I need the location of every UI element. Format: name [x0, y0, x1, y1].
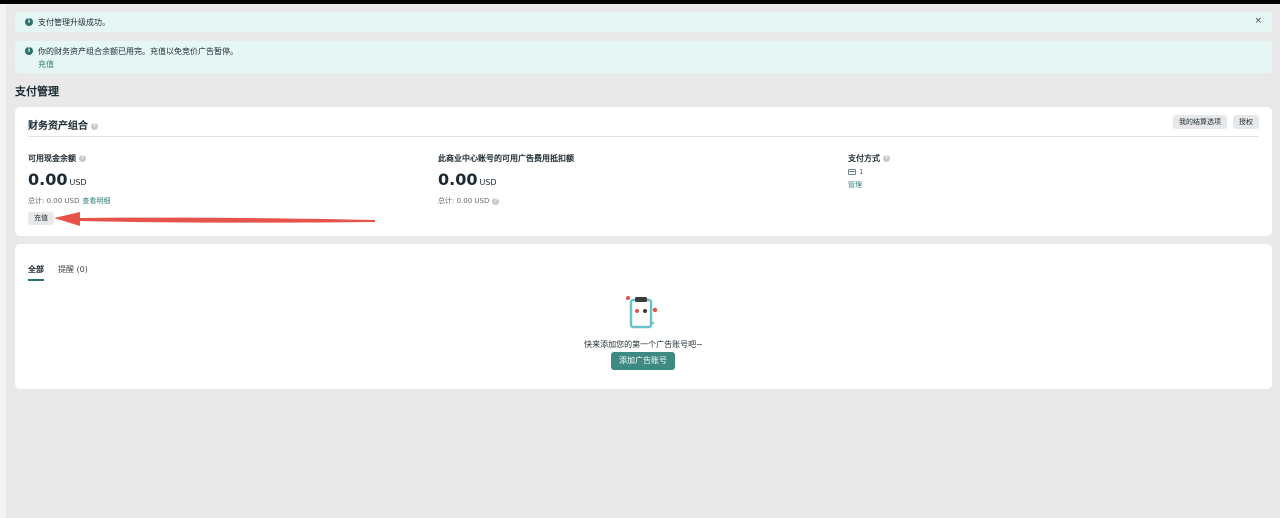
cash-balance-section: 可用现金余额? 0.00 USD 总计: 0.00 USD 查看明细 [28, 153, 110, 206]
finance-title: 财务资产组合? [28, 117, 98, 132]
help-icon[interactable]: ? [492, 197, 500, 205]
cash-balance-amount: 0.00 USD [28, 170, 110, 189]
payment-method-label: 支付方式? [848, 153, 890, 164]
info-icon: i [25, 18, 33, 26]
cash-balance-label: 可用现金余额? [28, 153, 110, 164]
cash-currency: USD [69, 178, 87, 187]
tab-alerts[interactable]: 提醒 (0) [58, 264, 88, 281]
success-text: 支付管理升级成功。 [38, 18, 110, 27]
recharge-link[interactable]: 充值 [38, 59, 54, 70]
cash-balance-label-text: 可用现金余额 [28, 154, 76, 163]
close-icon[interactable]: × [1254, 16, 1262, 26]
payment-method-label-text: 支付方式 [848, 154, 880, 163]
empty-state-text: 快来添加您的第一个广告账号吧~ [584, 340, 703, 349]
help-icon[interactable]: ? [883, 155, 890, 162]
left-strip [0, 4, 6, 518]
add-ad-account-button[interactable]: 添加广告账号 [611, 352, 675, 370]
card-icon [848, 169, 856, 175]
credit-label: 此商业中心账号的可用广告费用抵扣额 [438, 154, 574, 163]
payment-method-count-row: 1 [848, 168, 890, 176]
help-icon[interactable]: ? [91, 122, 98, 130]
payment-method-section: 支付方式? 1 管理 [848, 153, 890, 190]
account-tabs: 全部 提醒 (0) [28, 264, 102, 281]
info-icon: i [25, 47, 33, 55]
credit-section: 此商业中心账号的可用广告费用抵扣额 0.00 USD 总计: 0.00 USD? [438, 153, 574, 206]
arrow-annotation [54, 212, 375, 226]
warning-banner: i 你的财务资产组合余额已用完。充值以免竞价广告暂停。 充值 [15, 41, 1272, 73]
credit-currency: USD [479, 178, 497, 187]
payment-method-count: 1 [859, 168, 864, 176]
manage-link[interactable]: 管理 [848, 180, 890, 190]
settlement-options-button[interactable]: 我的结算选项 [1173, 115, 1227, 129]
credit-amount: 0.00 USD [438, 170, 574, 189]
clipboard-illustration [626, 296, 658, 329]
finance-title-text: 财务资产组合 [28, 121, 88, 132]
help-icon[interactable]: ? [79, 155, 86, 162]
credit-total-text: 总计: 0.00 USD [438, 197, 490, 205]
page-title: 支付管理 [15, 85, 59, 98]
cash-amount-value: 0.00 [28, 170, 68, 189]
tab-all[interactable]: 全部 [28, 264, 44, 281]
screen: i 支付管理升级成功。 × i 你的财务资产组合余额已用完。充值以免竞价广告暂停… [0, 4, 1280, 518]
warning-text: 你的财务资产组合余额已用完。充值以免竞价广告暂停。 [38, 47, 238, 56]
success-banner: i 支付管理升级成功。 × [15, 12, 1272, 32]
finance-card-header: 财务资产组合? 我的结算选项 授权 [28, 107, 1259, 137]
authorize-button[interactable]: 授权 [1233, 115, 1259, 129]
credit-amount-value: 0.00 [438, 170, 478, 189]
ad-accounts-card: 全部 提醒 (0) 快来添加您的第一个广告账号吧~ 添加广告账号 [15, 244, 1272, 389]
credit-total: 总计: 0.00 USD? [438, 196, 574, 206]
